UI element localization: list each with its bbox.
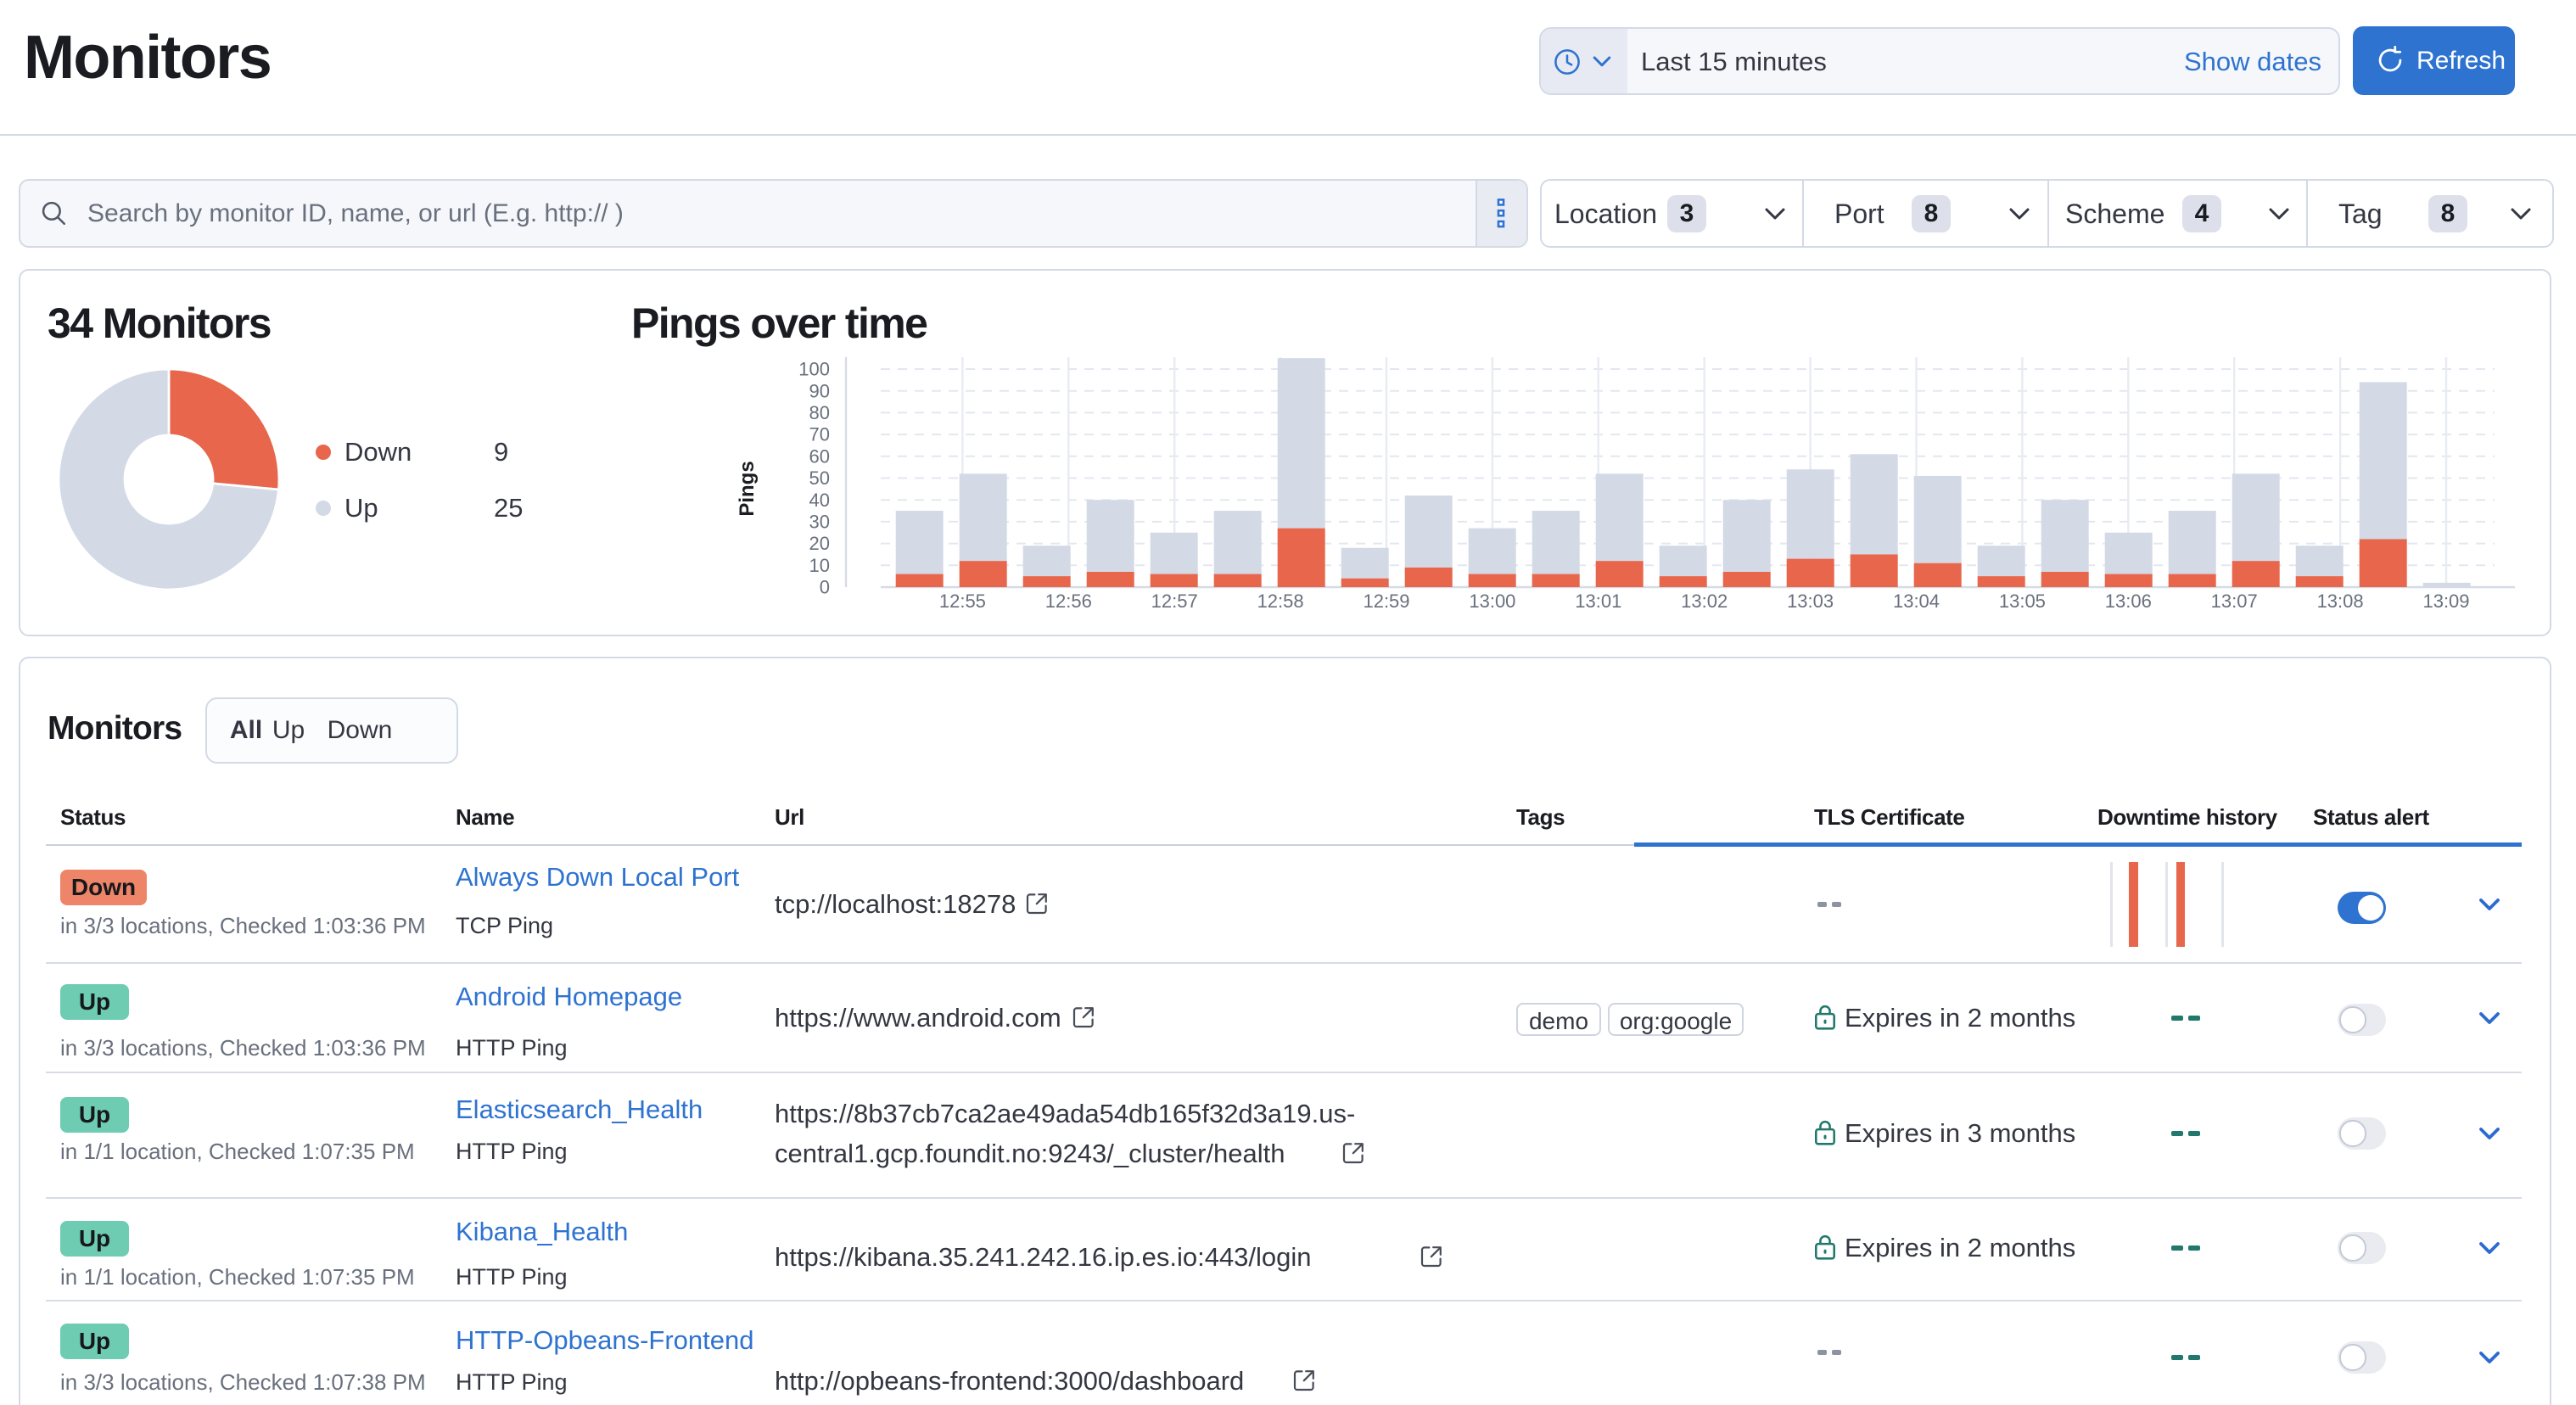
svg-text:12:57: 12:57 [1151,591,1198,612]
svg-text:12:55: 12:55 [939,591,986,612]
svg-text:10: 10 [809,555,830,576]
svg-text:13:08: 13:08 [2317,591,2364,612]
svg-text:13:06: 13:06 [2105,591,2152,612]
svg-text:90: 90 [809,380,830,401]
svg-text:13:07: 13:07 [2211,591,2258,612]
svg-text:12:58: 12:58 [1257,591,1304,612]
svg-text:40: 40 [809,490,830,511]
svg-text:13:09: 13:09 [2422,591,2469,612]
svg-text:50: 50 [809,467,830,489]
svg-text:13:04: 13:04 [1893,591,1940,612]
svg-text:100: 100 [798,359,830,380]
svg-text:12:59: 12:59 [1363,591,1409,612]
svg-text:70: 70 [809,424,830,445]
svg-text:30: 30 [809,512,830,533]
svg-text:20: 20 [809,533,830,554]
svg-text:13:05: 13:05 [1999,591,2046,612]
svg-text:13:02: 13:02 [1681,591,1728,612]
svg-text:13:00: 13:00 [1469,591,1515,612]
svg-text:60: 60 [809,445,830,467]
svg-text:13:01: 13:01 [1575,591,1621,612]
svg-text:0: 0 [820,577,830,598]
svg-text:Pings: Pings [736,461,759,516]
svg-text:12:56: 12:56 [1045,591,1092,612]
svg-text:13:03: 13:03 [1787,591,1834,612]
svg-text:80: 80 [809,402,830,423]
